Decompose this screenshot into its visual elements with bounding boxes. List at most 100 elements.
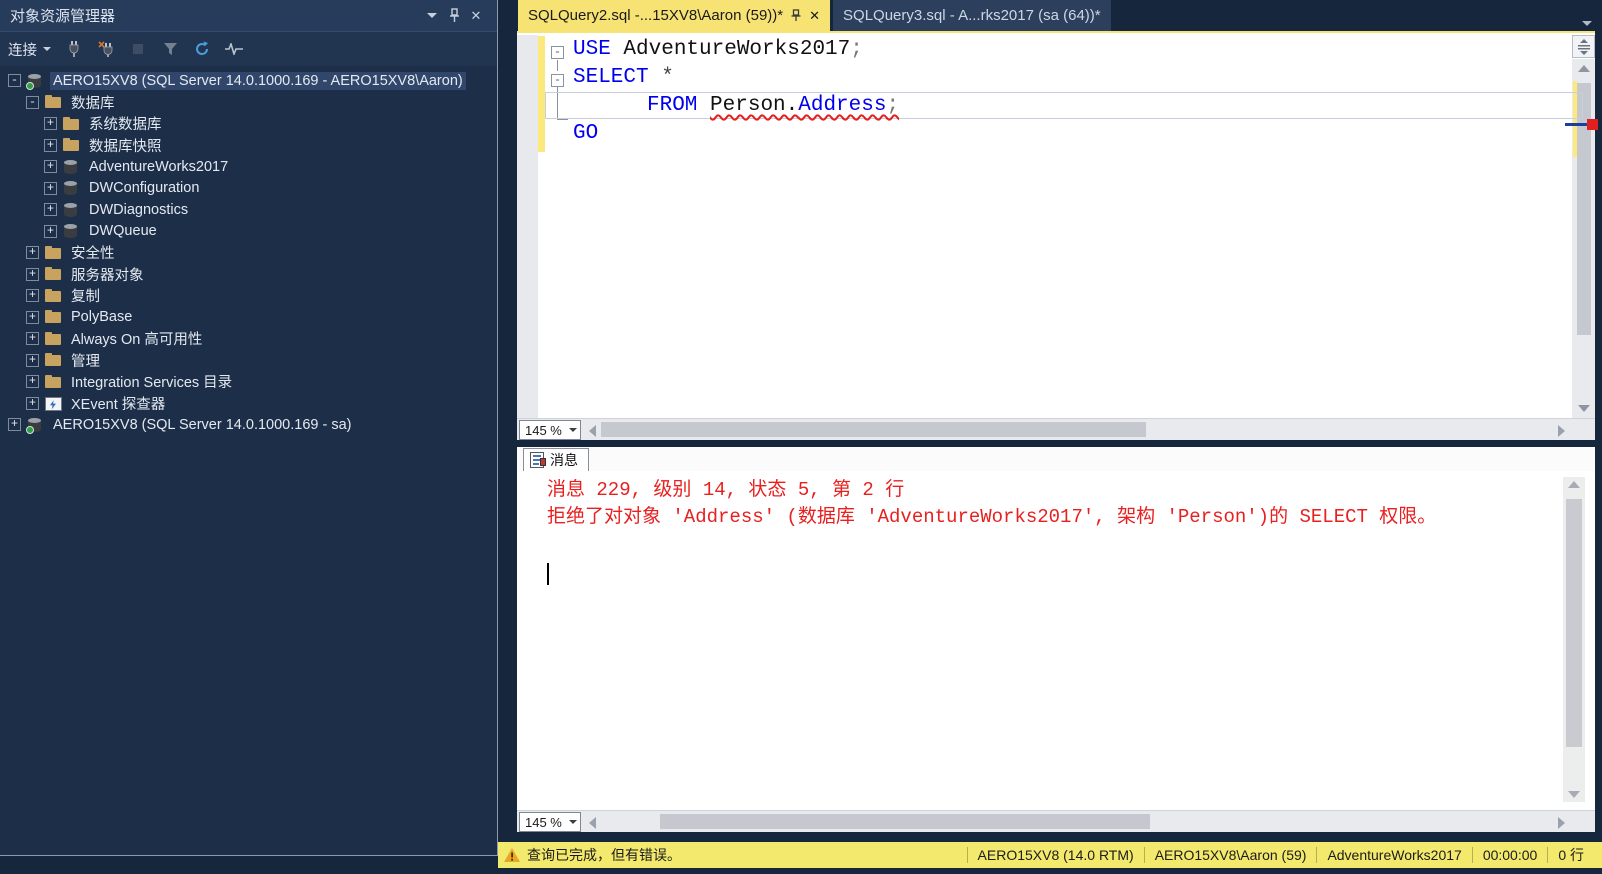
tree-item-server-objects[interactable]: + 服务器对象: [0, 264, 497, 286]
disconnect-button[interactable]: [97, 40, 115, 58]
expander-icon[interactable]: +: [44, 203, 57, 217]
messages-bottom-bar: 145 %: [517, 810, 1595, 832]
connect-button[interactable]: 连接: [8, 39, 51, 60]
scroll-down-icon[interactable]: [1578, 405, 1590, 412]
tab-messages[interactable]: 消息: [523, 448, 589, 471]
tree-item-dwdiagnostics[interactable]: + DWDiagnostics: [0, 199, 497, 221]
outline-collapse-icon[interactable]: -: [551, 46, 564, 59]
pin-icon[interactable]: [791, 9, 801, 22]
expander-icon[interactable]: +: [44, 138, 57, 152]
activity-monitor-button[interactable]: [225, 40, 243, 58]
chevron-down-icon: [1582, 21, 1592, 26]
tree-item-alwayson-high-availability[interactable]: + Always On 高可用性: [0, 328, 497, 350]
database-icon: [63, 159, 80, 175]
expander-icon[interactable]: +: [26, 353, 39, 367]
tab-sqlquery3[interactable]: SQLQuery3.sql - A...rks2017 (sa (64))*: [833, 0, 1111, 31]
close-icon[interactable]: ✕: [809, 8, 820, 24]
folder-icon: [45, 288, 62, 304]
status-message: 查询已完成，但有错误。: [527, 847, 681, 863]
expander-icon[interactable]: +: [44, 160, 57, 174]
object-explorer-panel: 对象资源管理器 ✕ 连接 - AERO15XV8 (SQL Server 14.…: [0, 0, 498, 856]
expander-icon[interactable]: +: [26, 246, 39, 260]
tree-item-database-snapshots[interactable]: + 数据库快照: [0, 135, 497, 157]
pin-icon: [449, 8, 459, 22]
query-status-bar: 查询已完成，但有错误。 AERO15XV8 (14.0 RTM) AERO15X…: [498, 842, 1602, 868]
folder-icon: [45, 331, 62, 347]
chevron-down-icon: [566, 428, 580, 432]
close-panel-button[interactable]: ✕: [465, 6, 487, 26]
tree-item-replication[interactable]: + 复制: [0, 285, 497, 307]
auto-hide-pin-button[interactable]: [443, 6, 465, 26]
error-line-1: 消息 229, 级别 14, 状态 5, 第 2 行: [547, 479, 905, 501]
expander-icon[interactable]: +: [26, 310, 39, 324]
tree-item-databases[interactable]: - 数据库: [0, 92, 497, 114]
expander-icon[interactable]: +: [44, 181, 57, 195]
server-icon: [26, 417, 44, 434]
tree-item-polybase[interactable]: + PolyBase: [0, 307, 497, 329]
expander-icon[interactable]: +: [8, 418, 21, 432]
scroll-left-icon[interactable]: [589, 425, 596, 437]
scrollbar-error-annotation: [1587, 119, 1598, 130]
tree-item-management[interactable]: + 管理: [0, 350, 497, 372]
close-icon: ✕: [470, 7, 482, 23]
document-list-chevron-button[interactable]: [1582, 13, 1592, 31]
tree-item-system-databases[interactable]: + 系统数据库: [0, 113, 497, 135]
connect-object-explorer-button[interactable]: [65, 40, 83, 58]
tree-item-integration-services-catalogs[interactable]: + Integration Services 目录: [0, 371, 497, 393]
expander-icon[interactable]: +: [26, 396, 39, 410]
chevron-down-icon: [43, 47, 51, 51]
scroll-right-icon[interactable]: [1558, 817, 1565, 829]
window-position-menu-button[interactable]: [421, 6, 443, 26]
scroll-down-icon[interactable]: [1568, 791, 1580, 798]
messages-output[interactable]: 消息 229, 级别 14, 状态 5, 第 2 行 拒绝了对对象 'Addre…: [517, 471, 1595, 810]
expander-icon[interactable]: +: [26, 289, 39, 303]
expander-icon[interactable]: +: [26, 375, 39, 389]
status-database: AdventureWorks2017: [1327, 847, 1462, 863]
filter-button[interactable]: [161, 40, 179, 58]
messages-header: 消息: [517, 447, 1595, 471]
scroll-right-icon[interactable]: [1558, 425, 1565, 437]
tree-item-xevent-profiler[interactable]: + XEvent 探查器: [0, 393, 497, 415]
expander-icon[interactable]: +: [44, 224, 57, 238]
document-tab-strip: SQLQuery2.sql -...15XV8\Aaron (59))* ✕ S…: [498, 0, 1602, 31]
database-icon: [63, 202, 80, 218]
database-icon: [63, 180, 80, 196]
refresh-button[interactable]: [193, 40, 211, 58]
ssms-window: 对象资源管理器 ✕ 连接 - AERO15XV8 (SQL Server 14.…: [0, 0, 1602, 874]
code-line-3: FROM Person.Address;: [647, 94, 900, 117]
code-line-1: USE AdventureWorks2017;: [573, 38, 863, 61]
expander-icon[interactable]: +: [26, 267, 39, 281]
folder-icon: [45, 309, 62, 325]
sql-editor[interactable]: - - USE AdventureWorks2017; SELECT * FRO…: [517, 31, 1598, 440]
scrollbar-thumb[interactable]: [601, 422, 1146, 437]
text-caret: [547, 563, 549, 585]
tab-sqlquery2[interactable]: SQLQuery2.sql -...15XV8\Aaron (59))* ✕: [518, 0, 831, 31]
tree-item-adventureworks2017[interactable]: + AdventureWorks2017: [0, 156, 497, 178]
tree-item-server-sa[interactable]: + AERO15XV8 (SQL Server 14.0.1000.169 - …: [0, 414, 497, 436]
tree-item-dwconfiguration[interactable]: + DWConfiguration: [0, 178, 497, 200]
scrollbar-thumb[interactable]: [660, 814, 1150, 829]
messages-zoom-dropdown[interactable]: 145 %: [519, 812, 581, 832]
tab-label: SQLQuery3.sql - A...rks2017 (sa (64))*: [843, 7, 1101, 24]
messages-icon: [530, 452, 546, 468]
scroll-up-icon[interactable]: [1568, 481, 1580, 488]
expander-icon[interactable]: +: [26, 332, 39, 346]
scroll-left-icon[interactable]: [589, 817, 596, 829]
connect-label: 连接: [8, 42, 37, 59]
disabled-square-icon: [133, 44, 143, 54]
expander-icon[interactable]: -: [26, 95, 39, 109]
error-squiggle: Person.Address;: [710, 94, 900, 117]
expander-icon[interactable]: -: [8, 74, 21, 88]
code-area[interactable]: USE AdventureWorks2017; SELECT * FROM Pe…: [517, 36, 1595, 148]
editor-zoom-dropdown[interactable]: 145 %: [519, 420, 581, 440]
messages-vertical-scrollbar[interactable]: [1563, 477, 1585, 802]
tree-item-server-aaron[interactable]: - AERO15XV8 (SQL Server 14.0.1000.169 - …: [0, 70, 497, 92]
expander-icon[interactable]: +: [44, 117, 57, 131]
status-user: AERO15XV8\Aaron (59): [1154, 847, 1307, 863]
messages-pane: 消息 消息 229, 级别 14, 状态 5, 第 2 行 拒绝了对对象 'Ad…: [517, 447, 1595, 832]
tree-item-security[interactable]: + 安全性: [0, 242, 497, 264]
tree-item-dwqueue[interactable]: + DWQueue: [0, 221, 497, 243]
scrollbar-thumb[interactable]: [1566, 499, 1582, 747]
outline-collapse-icon[interactable]: -: [551, 74, 564, 87]
object-explorer-tree: - AERO15XV8 (SQL Server 14.0.1000.169 - …: [0, 66, 497, 436]
